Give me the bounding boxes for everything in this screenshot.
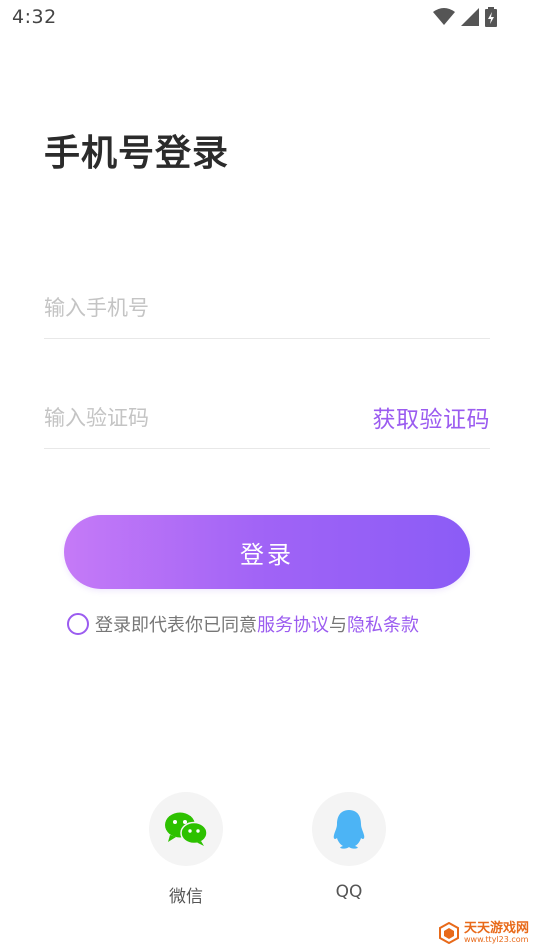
agreement-conjunction: 与 [329, 615, 347, 636]
qq-icon [333, 810, 365, 849]
status-icons [433, 7, 497, 27]
watermark-text: 天天游戏网 www.ttyl23.com [463, 920, 529, 945]
wifi-icon [433, 8, 455, 25]
phone-input[interactable] [44, 286, 344, 330]
status-bar: 4:32 [0, 0, 535, 36]
service-terms-link[interactable]: 服务协议 [257, 611, 329, 637]
phone-field-row [44, 278, 490, 339]
watermark: 天天游戏网 www.ttyl23.com [438, 920, 529, 945]
wechat-icon [165, 812, 208, 846]
status-time: 4:32 [12, 6, 57, 28]
login-button[interactable]: 登录 [64, 515, 470, 589]
agreement-row: 登录即代表你已同意 服务协议 与 隐私条款 [67, 611, 419, 637]
verification-code-input[interactable] [44, 396, 344, 440]
wechat-circle [149, 792, 223, 866]
page-title: 手机号登录 [44, 133, 230, 174]
battery-icon [485, 7, 497, 27]
watermark-logo-icon [438, 922, 459, 945]
get-code-button[interactable]: 获取验证码 [373, 400, 491, 434]
code-field-row: 获取验证码 [44, 388, 490, 449]
watermark-sub: www.ttyl23.com [463, 935, 529, 945]
wechat-login-button[interactable]: 微信 [148, 792, 224, 907]
agreement-prefix: 登录即代表你已同意 [95, 615, 257, 636]
qq-circle [312, 792, 386, 866]
qq-login-button[interactable]: QQ [311, 792, 387, 902]
wechat-label: 微信 [169, 887, 203, 907]
agreement-radio[interactable] [67, 613, 89, 635]
qq-label: QQ [335, 882, 363, 902]
privacy-terms-link[interactable]: 隐私条款 [347, 611, 419, 637]
cellular-signal-icon [461, 8, 479, 26]
watermark-main: 天天游戏网 [463, 920, 529, 936]
